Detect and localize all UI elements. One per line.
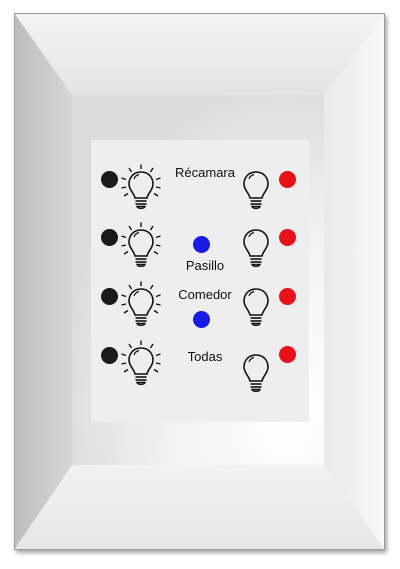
label-todas: Todas [187,349,223,364]
right-indicator-dot [279,346,296,363]
label-comedor: Comedor [178,287,232,302]
left-indicator-dot [101,171,118,188]
center-indicator-dot [193,236,210,253]
label-pasillo: Pasillo [185,258,225,273]
row-recamara: Récamara [91,162,309,212]
bulb-on-icon[interactable] [121,164,161,212]
row-todas: Todas [91,340,309,395]
right-indicator-dot [279,229,296,246]
right-indicator-dot [279,288,296,305]
bulb-off-icon[interactable] [236,164,276,212]
control-panel: Récamara Pasillo Comedor Todas [91,140,309,422]
label-recamara: Récamara [175,165,235,180]
bulb-on-icon[interactable] [121,281,161,329]
row-comedor: Comedor [91,281,309,337]
bulb-off-icon[interactable] [236,222,276,270]
bulb-on-icon[interactable] [121,222,161,270]
center-indicator-dot [193,311,210,328]
row-pasillo: Pasillo [91,222,309,276]
bulb-off-icon[interactable] [236,347,276,395]
bulb-off-icon[interactable] [236,281,276,329]
left-indicator-dot [101,288,118,305]
bulb-on-icon[interactable] [121,340,161,388]
left-indicator-dot [101,229,118,246]
left-indicator-dot [101,347,118,364]
right-indicator-dot [279,171,296,188]
